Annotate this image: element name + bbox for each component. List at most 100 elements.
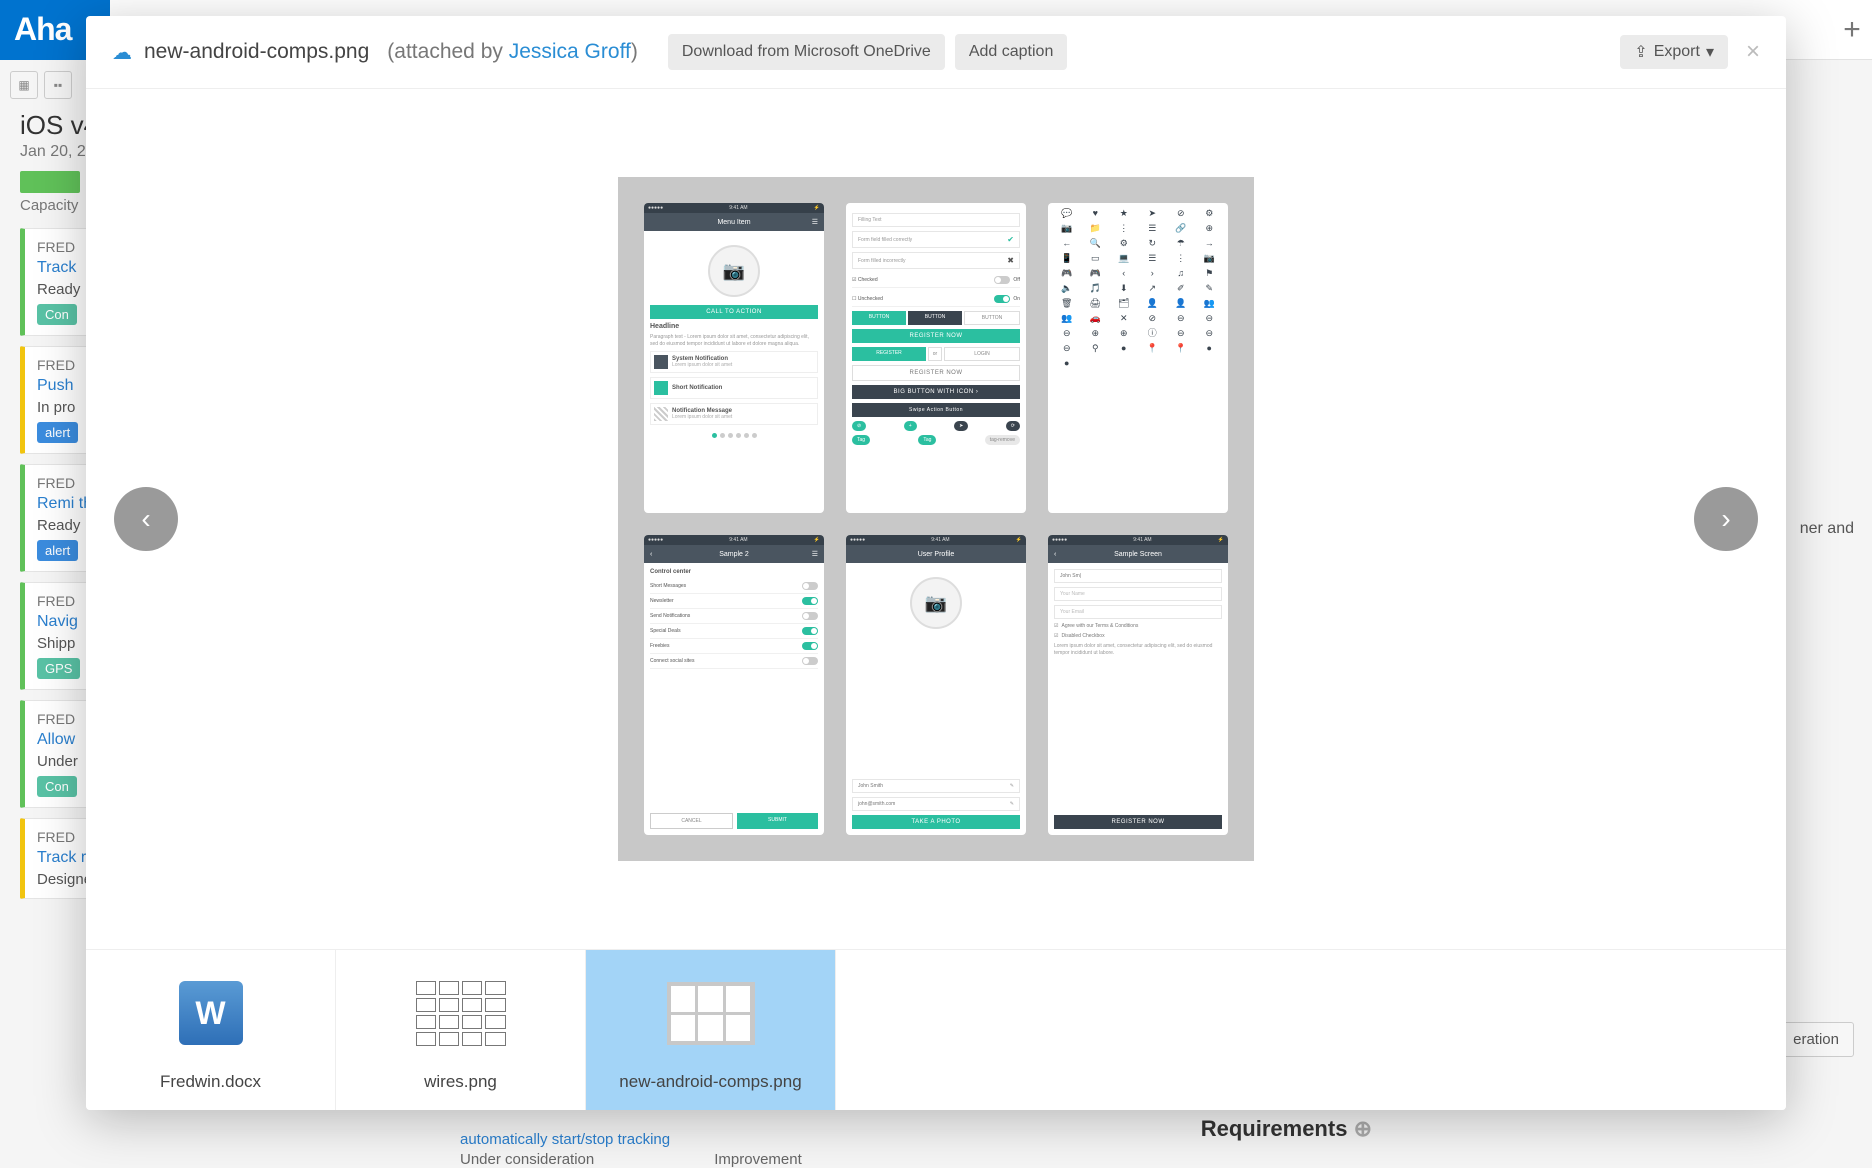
- glyph-icon: 📍: [1168, 344, 1194, 353]
- mock-phone-3: 💬♥★➤⊘⚙📷📁⋮☰🔗⊕←🔍⚙↻☂→📱▭💻☰⋮📷🎮🎮‹›♫⚑🔈🎵⬇↗✐✎🗑🖨🗂👤…: [1048, 203, 1228, 513]
- glyph-icon: ♥: [1083, 209, 1109, 218]
- glyph-icon: ←: [1054, 239, 1080, 248]
- glyph-icon: ⋮: [1168, 254, 1194, 263]
- prev-button[interactable]: ‹: [114, 487, 178, 551]
- glyph-icon: ↻: [1140, 239, 1166, 248]
- camera-icon: 📷: [910, 577, 962, 629]
- cta-button: CALL TO ACTION: [650, 305, 818, 319]
- glyph-icon: ⓘ: [1140, 329, 1166, 338]
- setting-row: Send Notifications: [650, 609, 818, 624]
- glyph-icon: 🚗: [1083, 314, 1109, 323]
- glyph-icon: ↗: [1140, 284, 1166, 293]
- glyph-icon: ⊖: [1197, 314, 1223, 323]
- comps-preview: [667, 982, 755, 1045]
- glyph-icon: 👤: [1168, 299, 1194, 308]
- close-icon[interactable]: ×: [1746, 40, 1760, 64]
- caret-down-icon: ▾: [1706, 42, 1714, 62]
- attached-by: (attached by Jessica Groff): [387, 40, 638, 64]
- edit-icon: ✎: [1010, 801, 1014, 807]
- download-button[interactable]: Download from Microsoft OneDrive: [668, 34, 945, 70]
- header-right: ⇪ Export ▾ ×: [1620, 35, 1760, 69]
- menu-icon: ☰: [812, 218, 818, 226]
- glyph-icon: ⚙: [1197, 209, 1223, 218]
- modal-header: ☁ new-android-comps.png (attached by Jes…: [86, 16, 1786, 89]
- next-button[interactable]: ›: [1694, 487, 1758, 551]
- glyph-icon: ⚲: [1083, 344, 1109, 353]
- glyph-icon: 👤: [1140, 299, 1166, 308]
- glyph-icon: ‹: [1111, 269, 1137, 278]
- setting-row: Special Deals: [650, 624, 818, 639]
- glyph-icon: ▭: [1083, 254, 1109, 263]
- glyph-icon: ➤: [1140, 209, 1166, 218]
- glyph-icon: ●: [1197, 344, 1223, 353]
- modal-body: ‹ › ●●●●●9:41 AM⚡ Menu Item☰ 📷 CALL TO A…: [86, 89, 1786, 949]
- setting-row: Newsletter: [650, 594, 818, 609]
- glyph-icon: ●: [1054, 359, 1080, 368]
- onedrive-icon: ☁: [112, 40, 132, 65]
- glyph-icon: ⊘: [1140, 314, 1166, 323]
- glyph-icon: ☰: [1140, 254, 1166, 263]
- export-button[interactable]: ⇪ Export ▾: [1620, 35, 1728, 69]
- thumb-fredwin[interactable]: Fredwin.docx: [86, 950, 336, 1110]
- edit-icon: ✎: [1010, 783, 1014, 789]
- glyph-icon: ›: [1140, 269, 1166, 278]
- glyph-icon: 🔗: [1168, 224, 1194, 233]
- glyph-icon: 💻: [1111, 254, 1137, 263]
- export-icon: ⇪: [1634, 42, 1647, 62]
- glyph-icon: ☰: [1140, 224, 1166, 233]
- glyph-icon: ⚙: [1111, 239, 1137, 248]
- glyph-icon: 📷: [1054, 224, 1080, 233]
- glyph-icon: ⚑: [1197, 269, 1223, 278]
- mock-phone-4: ●●●●●9:41 AM⚡ ‹Sample 2☰ Control center …: [644, 535, 824, 835]
- attachment-filename: new-android-comps.png: [144, 40, 369, 64]
- glyph-icon: ★: [1111, 209, 1137, 218]
- glyph-icon: 🔈: [1054, 284, 1080, 293]
- glyph-icon: 🎮: [1054, 269, 1080, 278]
- glyph-icon: ⊘: [1168, 209, 1194, 218]
- add-caption-button[interactable]: Add caption: [955, 34, 1068, 70]
- glyph-icon: ⊖: [1168, 314, 1194, 323]
- glyph-icon: ⊖: [1054, 329, 1080, 338]
- glyph-icon: 🗑: [1054, 299, 1080, 308]
- glyph-icon: 📱: [1054, 254, 1080, 263]
- glyph-icon: ⊕: [1197, 224, 1223, 233]
- thumb-android-comps[interactable]: new-android-comps.png: [586, 950, 836, 1110]
- setting-row: Short Messages: [650, 579, 818, 594]
- setting-row: Freebies: [650, 639, 818, 654]
- glyph-icon: 👥: [1197, 299, 1223, 308]
- glyph-icon: 🎮: [1083, 269, 1109, 278]
- mock-phone-5: ●●●●●9:41 AM⚡ User Profile 📷 John Smith✎…: [846, 535, 1026, 835]
- attachment-modal: ☁ new-android-comps.png (attached by Jes…: [86, 16, 1786, 1110]
- glyph-icon: 📷: [1197, 254, 1223, 263]
- setting-row: Connect social sites: [650, 654, 818, 669]
- mock-phone-2: Filling Text Form field filled correctly…: [846, 203, 1026, 513]
- glyph-icon: ⊖: [1054, 344, 1080, 353]
- glyph-icon: 📍: [1140, 344, 1166, 353]
- wires-preview: [416, 981, 506, 1046]
- mock-phone-1: ●●●●●9:41 AM⚡ Menu Item☰ 📷 CALL TO ACTIO…: [644, 203, 824, 513]
- attachment-preview: ●●●●●9:41 AM⚡ Menu Item☰ 📷 CALL TO ACTIO…: [618, 177, 1254, 861]
- glyph-icon: ⬇: [1111, 284, 1137, 293]
- glyph-icon: 💬: [1054, 209, 1080, 218]
- camera-icon: 📷: [708, 245, 760, 297]
- mock-phone-6: ●●●●●9:41 AM⚡ ‹Sample Screen John Sm| Yo…: [1048, 535, 1228, 835]
- glyph-icon: 📁: [1083, 224, 1109, 233]
- header-actions: Download from Microsoft OneDrive Add cap…: [668, 34, 1067, 70]
- glyph-icon: ⊕: [1083, 329, 1109, 338]
- glyph-icon: 👥: [1054, 314, 1080, 323]
- glyph-icon: 🖨: [1083, 299, 1109, 308]
- glyph-icon: 🔍: [1083, 239, 1109, 248]
- glyph-icon: 🗂: [1111, 299, 1137, 308]
- glyph-icon: ⊖: [1197, 329, 1223, 338]
- glyph-icon: ✎: [1197, 284, 1223, 293]
- glyph-icon: ✐: [1168, 284, 1194, 293]
- glyph-icon: ⊖: [1168, 329, 1194, 338]
- thumb-wires[interactable]: wires.png: [336, 950, 586, 1110]
- glyph-icon: ✕: [1111, 314, 1137, 323]
- word-doc-icon: [179, 981, 243, 1045]
- col2-type: Improvement: [714, 1151, 802, 1168]
- glyph-icon: ♫: [1168, 269, 1194, 278]
- attached-user-link[interactable]: Jessica Groff: [509, 40, 631, 63]
- thumbnail-strip: Fredwin.docx wires.png new-android-comps…: [86, 949, 1786, 1110]
- back-icon: ‹: [650, 551, 652, 558]
